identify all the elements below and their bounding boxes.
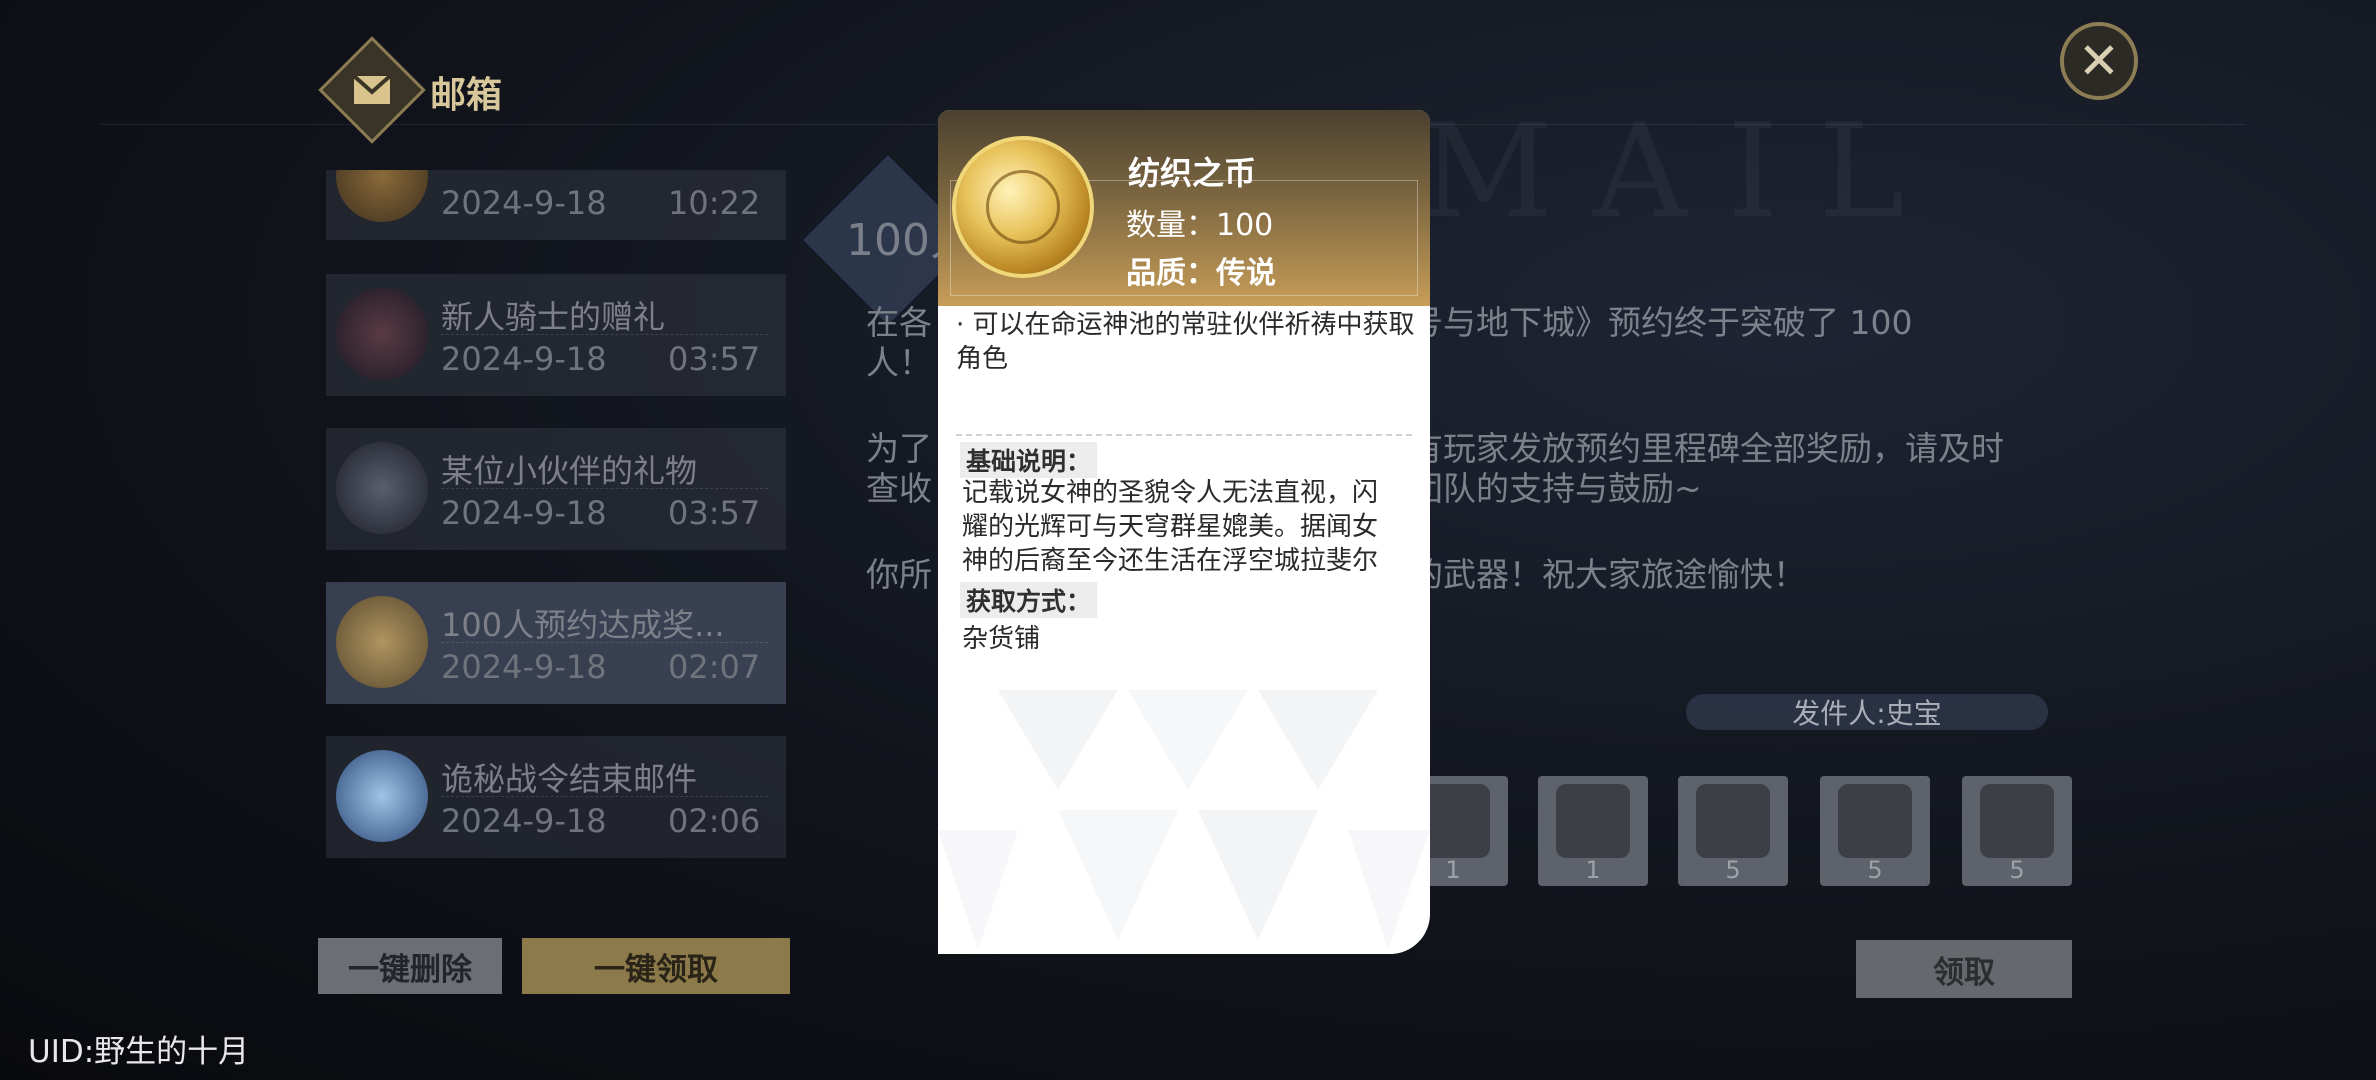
- mail-time: 10:22: [668, 184, 761, 222]
- item-detail-popup[interactable]: 纺织之币 数量：100 品质：传说 · 可以在命运神池的常驻伙伴祈祷中获取角色 …: [938, 110, 1430, 954]
- sender-label: 发件人:史宝: [1686, 694, 2048, 730]
- mail-divider: [441, 334, 768, 335]
- item-name: 纺织之币: [1128, 154, 1257, 192]
- mail-body-fragment: 为了: [866, 429, 932, 468]
- claim-all-button[interactable]: 一键领取: [522, 938, 790, 994]
- reward-count: 1: [1585, 856, 1601, 884]
- mail-title: 某位小伙伴的礼物: [441, 452, 698, 490]
- page-title: 邮箱: [430, 75, 503, 116]
- mail-date: 2024-9-18: [441, 648, 607, 686]
- reward-item[interactable]: 5: [1820, 776, 1930, 886]
- mailbox-icon: [352, 74, 392, 104]
- reward-item[interactable]: 1: [1538, 776, 1648, 886]
- item-quantity: 数量：100: [1126, 208, 1274, 243]
- reward-item[interactable]: 5: [1962, 776, 2072, 886]
- reward-item[interactable]: 5: [1678, 776, 1788, 886]
- mail-body-fragment: 的武器！祝大家旅途愉快！: [1410, 555, 1806, 594]
- mail-title: 新人骑士的赠礼: [441, 298, 666, 336]
- mail-body-fragment: 号与地下城》预约终于突破了 100: [1410, 303, 1913, 342]
- mail-body-fragment: 团队的支持与鼓励~: [1410, 469, 1702, 508]
- mail-item-icon: [336, 596, 428, 688]
- mail-body-fragment: 在各: [866, 303, 932, 342]
- mail-time: 02:06: [668, 802, 761, 840]
- reward-creature-icon: [1696, 784, 1770, 858]
- mail-divider: [441, 642, 768, 643]
- coin-icon: [952, 136, 1094, 278]
- item-description: · 可以在命运神池的常驻伙伴祈祷中获取角色: [956, 310, 1415, 374]
- mail-time: 02:07: [668, 648, 761, 686]
- mail-item-icon: [336, 750, 428, 842]
- list-item[interactable]: 新人骑士的赠礼 2024-9-18 03:57: [326, 274, 786, 396]
- delete-all-button[interactable]: 一键删除: [318, 938, 502, 994]
- close-button[interactable]: ✕: [2060, 22, 2138, 100]
- mail-title: 诡秘战令结束邮件: [441, 760, 698, 798]
- reward-character-icon: [1980, 784, 2054, 858]
- mail-body-fragment: 你所: [866, 555, 932, 594]
- mail-body-fragment: 有玩家发放预约里程碑全部奖励，请及时: [1410, 429, 2004, 468]
- popup-divider: [956, 434, 1412, 436]
- mail-date: 2024-9-18: [441, 494, 607, 532]
- mail-date: 2024-9-18: [441, 184, 607, 222]
- mail-time: 03:57: [668, 494, 761, 532]
- reward-count: 5: [1725, 856, 1741, 884]
- item-rarity: 品质：传说: [1126, 256, 1276, 291]
- mail-item-icon: [336, 170, 428, 222]
- source-label: 获取方式：: [960, 582, 1098, 618]
- user-id: UID:野生的十月: [28, 1034, 250, 1070]
- item-lore: 记载说女神的圣貌令人无法直视，闪耀的光辉可与天穹群星媲美。据闻女神的后裔至今还生…: [962, 478, 1379, 574]
- list-item[interactable]: 2024-9-18 10:22: [326, 170, 786, 240]
- reward-card-icon: [1556, 784, 1630, 858]
- list-item[interactable]: 诡秘战令结束邮件 2024-9-18 02:06: [326, 736, 786, 858]
- list-item[interactable]: 某位小伙伴的礼物 2024-9-18 03:57: [326, 428, 786, 550]
- mail-divider: [441, 488, 768, 489]
- popup-background-deco: [938, 690, 1430, 950]
- claim-button[interactable]: 领取: [1856, 940, 2072, 998]
- reward-count: 5: [1867, 856, 1883, 884]
- mail-date: 2024-9-18: [441, 340, 607, 378]
- mail-date: 2024-9-18: [441, 802, 607, 840]
- basic-info-label: 基础说明：: [960, 442, 1098, 478]
- mail-item-icon: [336, 288, 428, 380]
- close-icon: ✕: [2078, 32, 2120, 90]
- mail-time: 03:57: [668, 340, 761, 378]
- reward-count: 5: [2009, 856, 2025, 884]
- reward-book-icon: [1838, 784, 1912, 858]
- mail-body-fragment: 查收: [866, 469, 932, 508]
- background-deco-text: MAIL: [1420, 95, 1945, 247]
- coin-emblem: [986, 170, 1060, 244]
- list-item-selected[interactable]: 100人预约达成奖... 2024-9-18 02:07: [326, 582, 786, 704]
- mail-divider: [441, 796, 768, 797]
- mail-item-icon: [336, 442, 428, 534]
- mail-title: 100人预约达成奖...: [441, 606, 725, 644]
